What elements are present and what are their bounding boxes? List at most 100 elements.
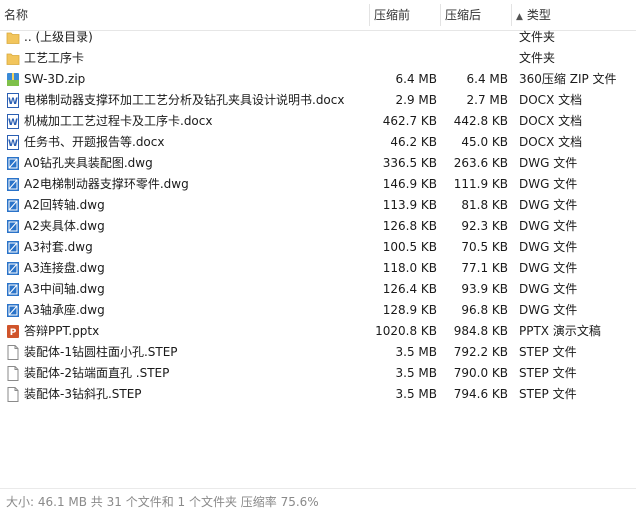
dwg-icon — [6, 198, 20, 213]
status-bar: 大小: 46.1 MB 共 31 个文件和 1 个文件夹 压缩率 75.6% — [0, 488, 636, 515]
file-row[interactable]: W 电梯制动器支撑环加工工艺分析及钻孔夹具设计说明书.docx 2.9 MB 2.7… — [0, 90, 636, 111]
file-row[interactable]: A3轴承座.dwg 128.9 KB 96.8 KB DWG 文件 — [0, 300, 636, 321]
file-row[interactable]: A2回转轴.dwg 113.9 KB 81.8 KB DWG 文件 — [0, 195, 636, 216]
file-name: A2夹具体.dwg — [24, 219, 105, 233]
file-name: 电梯制动器支撑环加工工艺分析及钻孔夹具设计说明书.docx — [24, 93, 345, 107]
file-original-size — [370, 27, 437, 48]
file-name: 任务书、开题报告等.docx — [24, 135, 165, 149]
dwg-icon — [6, 219, 20, 234]
dwg-icon — [6, 303, 20, 318]
file-original-size — [370, 48, 437, 69]
column-original-size-header[interactable]: 压缩前 — [370, 0, 440, 30]
file-row[interactable]: A0钻孔夹具装配图.dwg 336.5 KB 263.6 KB DWG 文件 — [0, 153, 636, 174]
file-type: DWG 文件 — [519, 156, 578, 170]
file-original-size: 462.7 KB — [382, 114, 437, 128]
file-name: A3衬套.dwg — [24, 240, 93, 254]
file-row[interactable]: SW-3D.zip 6.4 MB 6.4 MB 360压缩 ZIP 文件 — [0, 69, 636, 90]
file-row[interactable]: W 任务书、开题报告等.docx 46.2 KB 45.0 KB DOCX 文档 — [0, 132, 636, 153]
file-name: A3中间轴.dwg — [24, 282, 105, 296]
file-type: DWG 文件 — [519, 282, 578, 296]
file-compressed-size: 70.5 KB — [461, 240, 508, 254]
file-name: A2回转轴.dwg — [24, 198, 105, 212]
file-name: 工艺工序卡 — [24, 51, 85, 65]
docx-icon: W — [6, 135, 20, 150]
file-compressed-size: 77.1 KB — [461, 261, 508, 275]
pptx-icon: P — [6, 324, 20, 339]
file-list: .. (上级目录) 文件夹 工艺工序卡 文件夹 SW-3D.zip 6.4 MB 6.4 M… — [0, 27, 636, 405]
file-row[interactable]: W 机械加工工艺过程卡及工序卡.docx 462.7 KB 442.8 KB DOCX … — [0, 111, 636, 132]
column-name-header[interactable]: 名称 — [0, 0, 370, 30]
file-type: 文件夹 — [519, 51, 556, 65]
file-original-size: 3.5 MB — [395, 387, 437, 401]
column-type-header[interactable]: ▲ 类型 — [512, 0, 636, 30]
svg-text:W: W — [8, 139, 18, 149]
svg-text:P: P — [10, 328, 17, 338]
file-name: A3连接盘.dwg — [24, 261, 105, 275]
file-name: 装配体-3钻斜孔.STEP — [24, 387, 142, 401]
file-original-size: 100.5 KB — [382, 240, 437, 254]
column-original-size-label: 压缩前 — [374, 8, 411, 22]
file-row[interactable]: A3衬套.dwg 100.5 KB 70.5 KB DWG 文件 — [0, 237, 636, 258]
file-name: 答辩PPT.pptx — [24, 324, 100, 338]
file-compressed-size: 792.2 KB — [453, 345, 508, 359]
file-row[interactable]: P 答辩PPT.pptx 1020.8 KB 984.8 KB PPTX 演示文稿 — [0, 321, 636, 342]
file-type: STEP 文件 — [519, 345, 577, 359]
folder-icon — [6, 51, 20, 66]
dwg-icon — [6, 261, 20, 276]
dwg-icon — [6, 156, 20, 171]
file-original-size: 6.4 MB — [395, 72, 437, 86]
status-text: 大小: 46.1 MB 共 31 个文件和 1 个文件夹 压缩率 75.6% — [6, 495, 319, 509]
column-compressed-size-header[interactable]: 压缩后 — [441, 0, 511, 30]
file-compressed-size — [441, 48, 508, 69]
file-row[interactable]: A2电梯制动器支撑环零件.dwg 146.9 KB 111.9 KB DWG 文件 — [0, 174, 636, 195]
file-original-size: 146.9 KB — [382, 177, 437, 191]
file-original-size: 118.0 KB — [382, 261, 437, 275]
file-row[interactable]: 工艺工序卡 文件夹 — [0, 48, 636, 69]
file-compressed-size: 92.3 KB — [461, 219, 508, 233]
file-original-size: 126.4 KB — [382, 282, 437, 296]
file-row[interactable]: A3中间轴.dwg 126.4 KB 93.9 KB DWG 文件 — [0, 279, 636, 300]
file-row[interactable]: A2夹具体.dwg 126.8 KB 92.3 KB DWG 文件 — [0, 216, 636, 237]
zip-icon — [6, 72, 20, 87]
file-compressed-size: 442.8 KB — [453, 114, 508, 128]
file-compressed-size: 263.6 KB — [453, 156, 508, 170]
file-name: A3轴承座.dwg — [24, 303, 105, 317]
file-type: 文件夹 — [519, 30, 556, 44]
dwg-icon — [6, 240, 20, 255]
file-original-size: 126.8 KB — [382, 219, 437, 233]
file-icon — [6, 345, 20, 360]
file-row[interactable]: A3连接盘.dwg 118.0 KB 77.1 KB DWG 文件 — [0, 258, 636, 279]
file-row[interactable]: 装配体-3钻斜孔.STEP 3.5 MB 794.6 KB STEP 文件 — [0, 384, 636, 405]
file-icon — [6, 387, 20, 402]
file-original-size: 3.5 MB — [395, 366, 437, 380]
file-compressed-size: 984.8 KB — [453, 324, 508, 338]
file-name: .. (上级目录) — [24, 30, 93, 44]
file-compressed-size: 45.0 KB — [461, 135, 508, 149]
file-row[interactable]: 装配体-1钻圆柱面小孔.STEP 3.5 MB 792.2 KB STEP 文件 — [0, 342, 636, 363]
docx-icon: W — [6, 93, 20, 108]
file-type: DWG 文件 — [519, 219, 578, 233]
dwg-icon — [6, 177, 20, 192]
file-type: DWG 文件 — [519, 198, 578, 212]
file-type: STEP 文件 — [519, 387, 577, 401]
file-type: PPTX 演示文稿 — [519, 324, 601, 338]
file-type: 360压缩 ZIP 文件 — [519, 72, 617, 86]
file-original-size: 1020.8 KB — [375, 324, 437, 338]
svg-text:W: W — [8, 118, 18, 128]
file-name: A0钻孔夹具装配图.dwg — [24, 156, 153, 170]
file-type: DWG 文件 — [519, 261, 578, 275]
file-original-size: 2.9 MB — [395, 93, 437, 107]
file-original-size: 128.9 KB — [382, 303, 437, 317]
file-type: DOCX 文档 — [519, 135, 583, 149]
file-compressed-size: 93.9 KB — [461, 282, 508, 296]
file-compressed-size: 111.9 KB — [453, 177, 508, 191]
file-name: 装配体-1钻圆柱面小孔.STEP — [24, 345, 178, 359]
file-compressed-size: 790.0 KB — [453, 366, 508, 380]
file-icon — [6, 366, 20, 381]
file-name: 装配体-2钻端面直孔 .STEP — [24, 366, 170, 380]
file-row[interactable]: .. (上级目录) 文件夹 — [0, 27, 636, 48]
file-compressed-size: 81.8 KB — [461, 198, 508, 212]
file-compressed-size: 2.7 MB — [466, 93, 508, 107]
file-type: DOCX 文档 — [519, 93, 583, 107]
file-row[interactable]: 装配体-2钻端面直孔 .STEP 3.5 MB 790.0 KB STEP 文件 — [0, 363, 636, 384]
